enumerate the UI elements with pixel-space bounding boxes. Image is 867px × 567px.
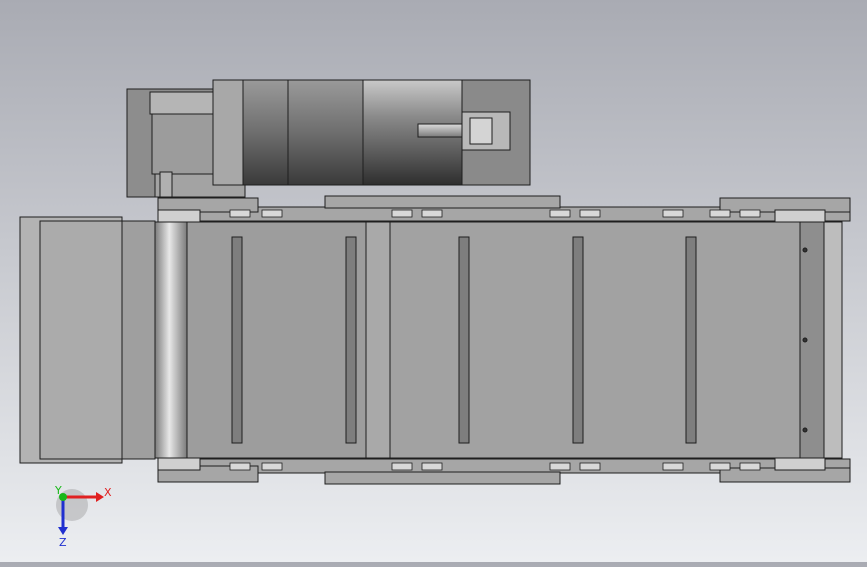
- z-axis-arrow: [58, 527, 68, 535]
- motor-housing-front: [242, 79, 289, 186]
- tail-plate-edge: [823, 221, 843, 459]
- idler-hub-top: [774, 209, 826, 223]
- x-axis-label: X: [104, 486, 112, 499]
- hopper-plate[interactable]: [19, 216, 156, 464]
- shaft-coupler-inner: [469, 117, 493, 145]
- tail-bolt: [802, 427, 808, 433]
- y-axis-label: Y: [54, 484, 62, 497]
- cleat: [231, 236, 243, 444]
- cleat: [572, 236, 584, 444]
- axis-triad: X Y Z: [54, 484, 112, 549]
- hopper-wall: [39, 220, 123, 460]
- conveyor-belt[interactable]: [186, 221, 801, 459]
- drive-roller-hub-bottom: [157, 457, 201, 471]
- z-axis-label: Z: [59, 536, 67, 549]
- cad-viewport[interactable]: X Y Z: [0, 0, 867, 562]
- hopper-side: [121, 220, 156, 460]
- x-axis-arrow: [96, 492, 104, 502]
- cleat: [685, 236, 697, 444]
- drive-roller-hub-top: [157, 209, 201, 223]
- motor-adapter: [212, 79, 244, 186]
- model-view[interactable]: X Y Z: [0, 0, 867, 562]
- cleat: [458, 236, 470, 444]
- tail-bolt: [802, 247, 808, 253]
- belt-joint: [365, 221, 391, 459]
- belt-section-2: [369, 221, 801, 459]
- bracket-bottom-mid: [324, 471, 561, 485]
- cleat: [345, 236, 357, 444]
- motor-shaft: [417, 123, 465, 138]
- belt-section-1: [186, 221, 371, 459]
- motor-housing-mid: [287, 79, 364, 186]
- gear-motor[interactable]: [126, 79, 531, 198]
- drive-roller-body: [154, 221, 188, 459]
- tail-bolt: [802, 337, 808, 343]
- idler-hub-bottom: [774, 457, 826, 471]
- gearbox-flange: [159, 171, 173, 198]
- bracket-top-mid: [324, 195, 561, 209]
